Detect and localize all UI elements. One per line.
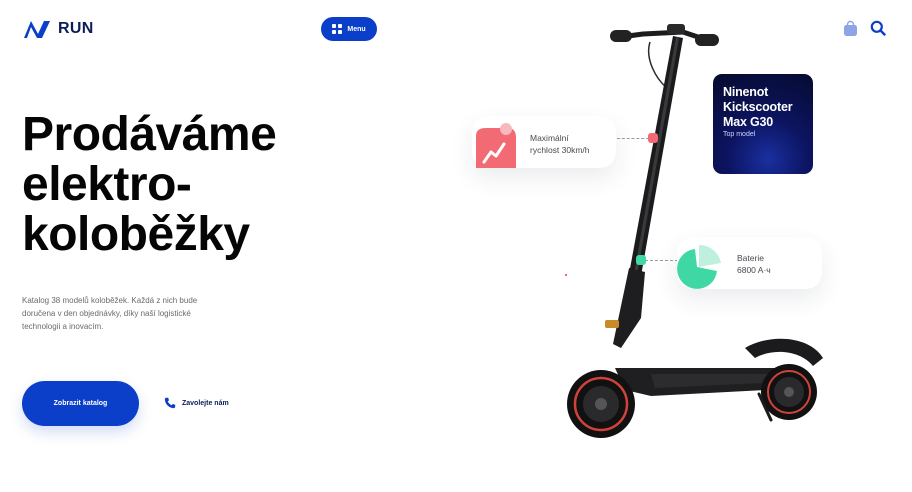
call-us-link[interactable]: Zavolejte nám: [164, 397, 229, 409]
hero-title: Prodáváme elektro- koloběžky: [22, 108, 277, 261]
hero-title-line: koloběžky: [22, 208, 250, 261]
speed-marker: [648, 133, 658, 143]
hero-title-line: elektro-: [22, 158, 192, 211]
battery-value: 6800 A·ч: [737, 265, 771, 275]
menu-button[interactable]: Menu: [321, 17, 377, 41]
battery-connector: [645, 260, 678, 261]
search-icon[interactable]: [870, 20, 886, 36]
menu-label: Menu: [347, 25, 366, 33]
model-subtitle: Top model: [723, 131, 756, 138]
run-logo-icon: [24, 21, 50, 38]
model-name: Ninenot Kickscooter Max G30: [723, 85, 793, 129]
brand-name: RUN: [58, 20, 94, 37]
speed-chart-icon: [476, 123, 516, 168]
speed-connector: [617, 138, 649, 139]
battery-feature-card: Baterie 6800 A·ч: [677, 237, 822, 289]
battery-pie-icon: [677, 244, 721, 289]
battery-feature-text: Baterie 6800 A·ч: [737, 252, 771, 276]
battery-label: Baterie: [737, 253, 764, 263]
decorative-dot: [565, 274, 567, 276]
model-card[interactable]: Ninenot Kickscooter Max G30 Top model: [713, 74, 813, 174]
brand-logo[interactable]: RUN: [22, 18, 94, 40]
speed-value: rychlost 30km/h: [530, 145, 590, 155]
shopping-bag-icon[interactable]: [843, 20, 858, 37]
speed-feature-text: Maximální rychlost 30km/h: [530, 132, 590, 156]
hero-description: Katalog 38 modelů koloběžek. Každá z nic…: [22, 296, 198, 331]
phone-icon: [164, 397, 176, 409]
grid-icon: [332, 24, 343, 34]
show-catalog-button[interactable]: Zobrazit katalog: [22, 381, 139, 426]
hero-title-line: Prodáváme: [22, 108, 277, 161]
speed-label: Maximální: [530, 133, 569, 143]
speed-feature-card: Maximální rychlost 30km/h: [472, 116, 616, 168]
battery-marker: [636, 255, 646, 265]
call-us-label: Zavolejte nám: [182, 399, 229, 407]
